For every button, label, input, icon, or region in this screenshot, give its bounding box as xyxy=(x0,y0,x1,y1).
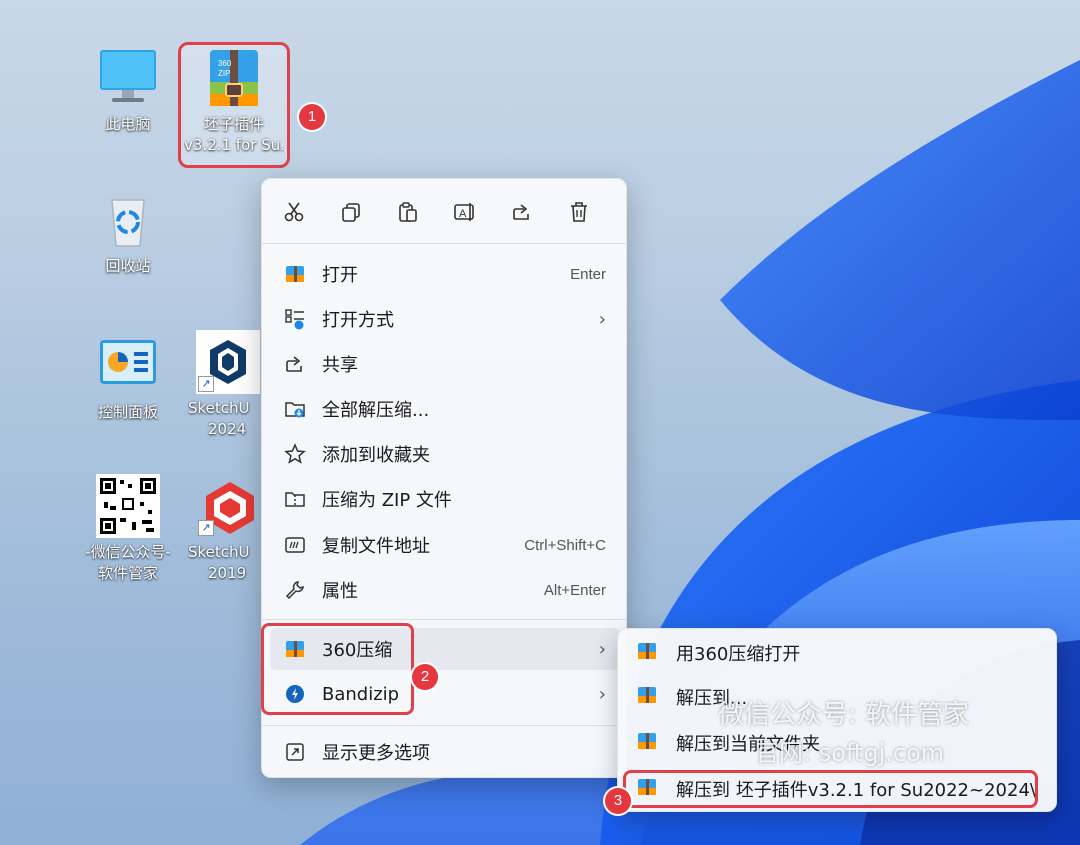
icon-label-line2: 2024 xyxy=(208,420,247,438)
menu-item-label: 显示更多选项 xyxy=(322,743,430,764)
context-menu-toolbar: A xyxy=(262,195,626,233)
delete-icon xyxy=(571,202,587,222)
zip-archive-icon xyxy=(282,261,308,287)
paste-button[interactable] xyxy=(391,195,425,229)
menu-item-open-with[interactable]: 打开方式 › xyxy=(270,298,620,340)
shortcut-arrow-icon: ↗ xyxy=(198,520,214,536)
menu-item-open[interactable]: 打开 Enter xyxy=(270,253,620,295)
zip-folder-icon xyxy=(282,486,308,512)
icon-label: 回收站 xyxy=(105,257,151,275)
share-button[interactable] xyxy=(505,195,539,229)
svg-text:A: A xyxy=(459,208,467,220)
chevron-right-icon: › xyxy=(598,683,606,705)
menu-item-label: 打开 xyxy=(322,265,358,286)
menu-item-extract-all[interactable]: 全部解压缩... xyxy=(270,388,620,430)
desktop-icon-recycle-bin[interactable]: 回收站 xyxy=(78,188,178,277)
zip-archive-icon: 360 ZIP xyxy=(202,46,266,110)
icon-label-line1: 坯子插件 xyxy=(203,115,264,133)
menu-item-properties[interactable]: 属性 Alt+Enter xyxy=(270,569,620,611)
show-more-icon xyxy=(282,739,308,765)
submenu-item-label: 用360压缩打开 xyxy=(676,644,801,665)
icon-label-line2: 软件管家 xyxy=(97,564,158,582)
step-badge-3: 3 xyxy=(605,788,631,814)
recycle-bin-icon xyxy=(96,188,160,252)
monitor-icon xyxy=(96,46,160,110)
step-badge-1: 1 xyxy=(299,104,325,130)
highlight-box-archivers xyxy=(261,623,414,715)
menu-item-show-more-options[interactable]: 显示更多选项 xyxy=(270,731,620,773)
star-icon xyxy=(282,441,308,467)
menu-item-copy-path[interactable]: 复制文件地址 Ctrl+Shift+C xyxy=(270,524,620,566)
cut-button[interactable] xyxy=(277,195,311,229)
submenu-item-open-with-360zip[interactable]: 用360压缩打开 xyxy=(626,633,1050,673)
watermark-line1: 微信公众号: 软件管家 xyxy=(718,700,970,730)
desktop-icon-this-pc[interactable]: 此电脑 xyxy=(78,46,178,135)
open-with-icon xyxy=(282,306,308,332)
menu-item-shortcut: Enter xyxy=(570,265,606,283)
paste-icon xyxy=(399,202,417,222)
icon-label-line1: SketchU xyxy=(188,543,250,561)
menu-item-label: 属性 xyxy=(322,581,358,602)
highlight-box-extract-folder xyxy=(623,770,1038,808)
rename-button[interactable]: A xyxy=(448,195,482,229)
rename-icon: A xyxy=(454,203,474,221)
menu-item-add-to-favorites[interactable]: 添加到收藏夹 xyxy=(270,433,620,475)
menu-item-shortcut: Alt+Enter xyxy=(543,581,606,599)
share-icon xyxy=(513,204,529,220)
icon-label-line1: SketchU xyxy=(188,399,250,417)
desktop-icon-sketchup-2024[interactable]: ↗ SketchU 2024 xyxy=(188,330,268,440)
menu-item-shortcut: Ctrl+Shift+C xyxy=(524,536,606,554)
chevron-right-icon: › xyxy=(598,308,606,330)
zip-archive-icon xyxy=(636,684,662,710)
menu-item-share[interactable]: 共享 xyxy=(270,343,620,385)
shortcut-arrow-icon: ↗ xyxy=(198,376,214,392)
menu-item-label: 添加到收藏夹 xyxy=(322,445,430,466)
zip-archive-icon xyxy=(636,640,662,666)
sketchup-2024-icon: ↗ xyxy=(196,330,260,394)
cut-icon xyxy=(284,202,304,222)
menu-item-label: 共享 xyxy=(322,355,358,376)
icon-label-line2: 2019 xyxy=(208,564,247,582)
icon-label: 此电脑 xyxy=(105,115,151,133)
icon-label-line1: -微信公众号- xyxy=(85,543,171,561)
desktop-icon-wechat-qr[interactable]: -微信公众号- 软件管家 xyxy=(78,474,178,584)
menu-item-label: 打开方式 xyxy=(322,310,394,331)
control-panel-icon xyxy=(96,334,160,398)
menu-item-label: 压缩为 ZIP 文件 xyxy=(322,490,452,511)
menu-item-compress-zip[interactable]: 压缩为 ZIP 文件 xyxy=(270,478,620,520)
zip-archive-icon xyxy=(636,730,662,756)
copy-path-icon xyxy=(282,532,308,558)
desktop-icon-control-panel[interactable]: 控制面板 xyxy=(78,334,178,423)
menu-separator xyxy=(262,725,626,726)
menu-separator xyxy=(262,243,626,244)
copy-icon xyxy=(342,203,360,222)
menu-item-label: 全部解压缩... xyxy=(322,400,430,421)
icon-label-line2: v3.2.1 for Su... xyxy=(184,136,284,154)
watermark-line2: 官网: softgj.com xyxy=(755,739,945,767)
wrench-icon xyxy=(282,577,308,603)
step-badge-2: 2 xyxy=(412,664,438,690)
copy-button[interactable] xyxy=(334,195,368,229)
svg-text:ZIP: ZIP xyxy=(218,69,230,78)
chevron-right-icon: › xyxy=(598,638,606,660)
desktop-icon-sketchup-2019[interactable]: ↗ SketchU 2019 xyxy=(188,474,268,584)
icon-label: 控制面板 xyxy=(97,403,158,421)
share-icon xyxy=(282,351,308,377)
qr-code-icon xyxy=(96,474,160,538)
folder-extract-icon xyxy=(282,396,308,422)
sketchup-2019-icon: ↗ xyxy=(196,474,260,538)
svg-text:360: 360 xyxy=(218,59,232,68)
menu-item-label: 复制文件地址 xyxy=(322,536,430,557)
delete-button[interactable] xyxy=(562,195,596,229)
menu-separator xyxy=(262,619,626,620)
desktop-icon-pizi-plugin[interactable]: 360 ZIP 坯子插件 v3.2.1 for Su... xyxy=(184,46,284,156)
